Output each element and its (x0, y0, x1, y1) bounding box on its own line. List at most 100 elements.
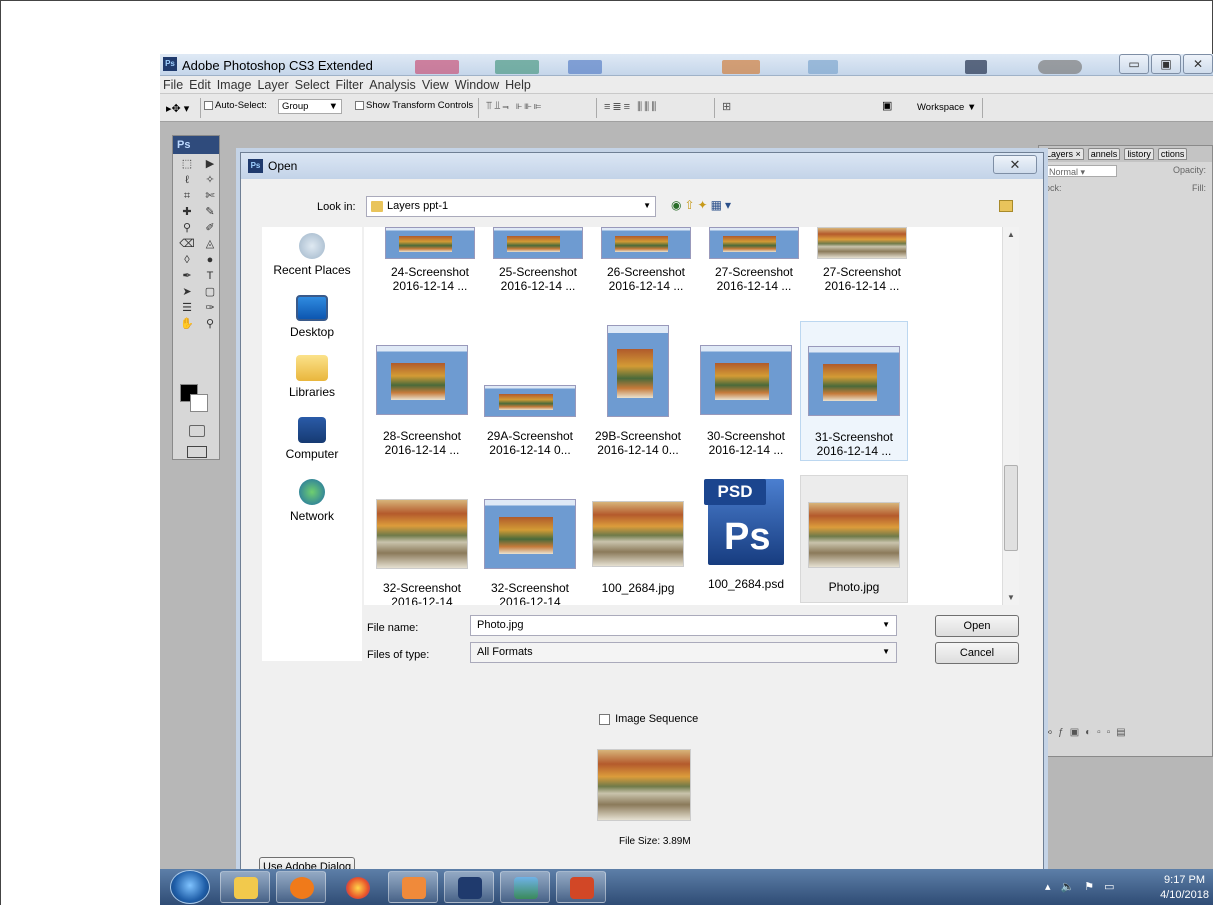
look-in-dropdown[interactable]: Layers ppt-1 ▼ (366, 196, 656, 217)
place-network[interactable]: Network (262, 479, 362, 523)
scroll-thumb[interactable] (1004, 465, 1018, 551)
taskbar-photo-viewer[interactable] (500, 871, 550, 903)
eraser-tool-icon[interactable]: ⌫ (176, 237, 198, 252)
auto-align-icon[interactable]: ⊞ (722, 100, 733, 113)
start-button[interactable] (170, 870, 210, 904)
menu-view[interactable]: View (422, 78, 449, 92)
ps-label: Ps (724, 516, 771, 558)
move-tool-icon[interactable]: ▸✥ ▾ (166, 102, 189, 115)
slice-tool-icon[interactable]: ✄ (199, 189, 221, 204)
file-item[interactable]: 24-Screenshot 2016-12-14 ... (376, 227, 484, 293)
tab-history[interactable]: listory (1124, 148, 1154, 160)
move-tool-icon[interactable]: ▶ (199, 157, 221, 172)
taskbar-explorer[interactable] (220, 871, 270, 903)
new-folder-icon[interactable] (999, 200, 1013, 212)
tab-channels[interactable]: annels (1087, 148, 1121, 160)
history-brush-icon[interactable]: ✐ (199, 221, 221, 236)
place-recent-places[interactable]: Recent Places (262, 233, 362, 277)
align-icons[interactable]: ⫪⫫⫬ ⊩⊪⊫ (486, 100, 543, 113)
layer-actions-icons[interactable]: ∞ƒ▣◐▫▫▤ (1045, 727, 1132, 738)
file-item[interactable]: 27-Screenshot 2016-12-14 ... (808, 227, 916, 293)
quick-mask-icon[interactable] (189, 425, 205, 437)
menu-select[interactable]: Select (295, 78, 330, 92)
magic-wand-tool-icon[interactable]: ✧ (199, 173, 221, 188)
lasso-tool-icon[interactable]: ℓ (176, 173, 198, 188)
blur-tool-icon[interactable]: ◊ (176, 253, 198, 268)
menu-window[interactable]: Window (455, 78, 499, 92)
menu-image[interactable]: Image (217, 78, 252, 92)
close-window-button[interactable]: ✕ (1183, 54, 1213, 74)
view-menu-icon[interactable]: ▦▾ (711, 198, 734, 212)
notes-tool-icon[interactable]: ☰ (176, 301, 198, 316)
screen-mode-icon[interactable] (187, 446, 207, 458)
brush-tool-icon[interactable]: ✎ (199, 205, 221, 220)
taskbar-media-player[interactable] (276, 871, 326, 903)
taskbar-powerpoint[interactable] (556, 871, 606, 903)
up-folder-icon[interactable]: ⇧ (684, 198, 697, 212)
healing-brush-icon[interactable]: ✚ (176, 205, 198, 220)
menu-analysis[interactable]: Analysis (369, 78, 416, 92)
taskbar-photoshop[interactable] (444, 871, 494, 903)
scroll-up-icon[interactable]: ▲ (1007, 230, 1015, 239)
close-icon[interactable]: ✕ (993, 155, 1037, 174)
minimize-button[interactable]: ▭ (1119, 54, 1149, 74)
file-item[interactable]: 29A-Screenshot 2016-12-14 0... (476, 325, 584, 459)
tab-layers[interactable]: Layers × (1043, 148, 1084, 160)
menu-layer[interactable]: Layer (257, 78, 288, 92)
eyedropper-icon[interactable]: ✑ (199, 301, 221, 316)
menu-filter[interactable]: Filter (335, 78, 363, 92)
auto-select-dropdown[interactable]: Group ▼ (278, 99, 342, 114)
shape-tool-icon[interactable]: ▢ (199, 285, 221, 300)
show-transform-checkbox[interactable]: Show Transform Controls (355, 100, 473, 111)
open-button[interactable]: Open (935, 615, 1019, 637)
back-icon[interactable]: ◉ (671, 198, 684, 212)
file-item[interactable]: 26-Screenshot 2016-12-14 ... (592, 227, 700, 293)
menu-edit[interactable]: Edit (189, 78, 211, 92)
file-item-selected[interactable]: 31-Screenshot 2016-12-14 ... (800, 321, 908, 461)
path-selection-icon[interactable]: ➤ (176, 285, 198, 300)
workspace-menu[interactable]: Workspace ▼ (917, 102, 976, 113)
crop-tool-icon[interactable]: ⌗ (176, 189, 198, 204)
file-item[interactable]: 100_2684.jpg (584, 479, 692, 605)
blend-mode-dropdown[interactable]: Normal ▾ (1045, 165, 1117, 177)
paint-bucket-icon[interactable]: ◬ (199, 237, 221, 252)
file-item[interactable]: 25-Screenshot 2016-12-14 ... (484, 227, 592, 293)
type-tool-icon[interactable]: T (199, 269, 221, 284)
image-sequence-checkbox[interactable]: Image Sequence (599, 713, 698, 725)
pen-tool-icon[interactable]: ✒ (176, 269, 198, 284)
workspace-icon[interactable]: ▣ (882, 99, 892, 112)
menu-file[interactable]: File (163, 78, 183, 92)
marquee-tool-icon[interactable]: ⬚ (176, 157, 198, 172)
file-item-hover[interactable]: Photo.jpg (800, 475, 908, 603)
file-list-scrollbar[interactable]: ▲ ▼ (1002, 227, 1019, 605)
distribute-icons[interactable]: ≡≣≡ ⫼⫼⫼ (604, 100, 658, 114)
file-item[interactable]: 32-Screenshot 2016-12-14 (476, 479, 584, 605)
file-item[interactable]: 29B-Screenshot 2016-12-14 0... (584, 325, 692, 459)
background-color-swatch[interactable] (190, 394, 208, 412)
cancel-button[interactable]: Cancel (935, 642, 1019, 664)
tray-icons[interactable]: ▴🔈⚑▭ (1045, 880, 1124, 893)
file-item[interactable]: PSD Ps 100_2684.psd (692, 479, 800, 605)
file-item[interactable]: 32-Screenshot 2016-12-14 (368, 479, 476, 605)
clone-stamp-icon[interactable]: ⚲ (176, 221, 198, 236)
file-item[interactable]: 30-Screenshot 2016-12-14 ... (692, 325, 800, 459)
files-of-type-dropdown[interactable]: All Formats ▼ (470, 642, 897, 663)
file-item[interactable]: 28-Screenshot 2016-12-14 ... (368, 325, 476, 459)
zoom-tool-icon[interactable]: ⚲ (199, 317, 221, 332)
file-item[interactable]: 27-Screenshot 2016-12-14 ... (700, 227, 808, 293)
taskbar-mail[interactable] (388, 871, 438, 903)
file-name-input[interactable]: Photo.jpg ▼ (470, 615, 897, 636)
clock[interactable]: 9:17 PM 4/10/2018 (1160, 873, 1209, 903)
create-folder-icon[interactable]: ✦ (698, 198, 711, 212)
place-libraries[interactable]: Libraries (262, 355, 362, 399)
maximize-button[interactable]: ▣ (1151, 54, 1181, 74)
dodge-tool-icon[interactable]: ● (199, 253, 221, 268)
taskbar-firefox[interactable] (332, 871, 382, 903)
place-desktop[interactable]: Desktop (262, 295, 362, 339)
scroll-down-icon[interactable]: ▼ (1007, 593, 1015, 602)
tab-actions[interactable]: ctions (1157, 148, 1188, 160)
place-computer[interactable]: Computer (262, 417, 362, 461)
hand-tool-icon[interactable]: ✋ (176, 317, 198, 332)
auto-select-checkbox[interactable]: Auto-Select: (204, 100, 267, 111)
menu-help[interactable]: Help (505, 78, 531, 92)
